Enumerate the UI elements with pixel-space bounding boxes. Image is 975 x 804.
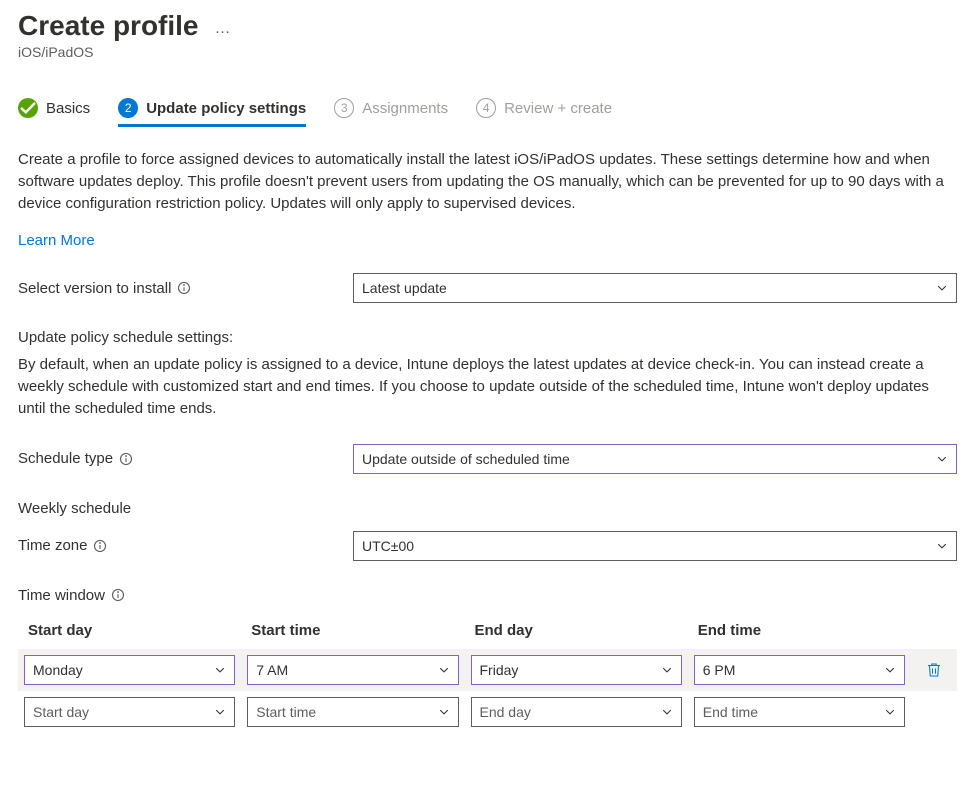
select-version-value: Latest update [362,280,447,296]
time-window-row: Monday 7 AM Friday 6 PM [18,649,957,691]
schedule-type-dropdown[interactable]: Update outside of scheduled time [353,444,957,474]
schedule-type-value: Update outside of scheduled time [362,451,570,467]
info-icon[interactable] [119,452,133,466]
start-time-dropdown[interactable]: Start time [247,697,458,727]
select-version-dropdown[interactable]: Latest update [353,273,957,303]
end-day-dropdown[interactable]: Friday [471,655,682,685]
time-window-table: Start day Start time End day End time Mo… [18,622,957,733]
timezone-label: Time zone [18,537,353,554]
tab-basics-label: Basics [46,100,90,117]
info-icon[interactable] [177,281,191,295]
learn-more-link[interactable]: Learn More [18,232,95,249]
col-end-time: End time [694,622,905,639]
time-window-header: Start day Start time End day End time [18,622,957,649]
timezone-dropdown[interactable]: UTC±00 [353,531,957,561]
tab-assignments-label: Assignments [362,100,448,117]
chevron-down-icon [936,453,948,465]
step-number-4: 4 [476,98,496,118]
chevron-down-icon [661,706,673,718]
step-number-2: 2 [118,98,138,118]
page-subtitle: iOS/iPadOS [18,44,957,60]
wizard-tabs: Basics 2 Update policy settings 3 Assign… [18,98,957,127]
end-time-dropdown[interactable]: End time [694,697,905,727]
chevron-down-icon [438,706,450,718]
chevron-down-icon [438,664,450,676]
intro-text: Create a profile to force assigned devic… [18,149,948,214]
check-icon [18,98,38,118]
step-number-3: 3 [334,98,354,118]
more-actions-button[interactable]: … [215,14,231,38]
tab-update-policy-settings[interactable]: 2 Update policy settings [118,98,306,127]
delete-row-button[interactable] [917,661,951,679]
end-time-dropdown[interactable]: 6 PM [694,655,905,685]
select-version-label: Select version to install [18,280,353,297]
time-window-label: Time window [18,587,957,604]
end-day-dropdown[interactable]: End day [471,697,682,727]
col-start-day: Start day [24,622,235,639]
schedule-type-label: Schedule type [18,450,353,467]
chevron-down-icon [936,282,948,294]
schedule-settings-desc: By default, when an update policy is ass… [18,354,948,419]
start-day-dropdown[interactable]: Monday [24,655,235,685]
info-icon[interactable] [93,539,107,553]
col-end-day: End day [471,622,682,639]
weekly-schedule-heading: Weekly schedule [18,500,957,517]
tab-assignments[interactable]: 3 Assignments [334,98,448,127]
chevron-down-icon [214,706,226,718]
chevron-down-icon [661,664,673,676]
start-day-dropdown[interactable]: Start day [24,697,235,727]
page-title: Create profile [18,10,199,42]
tab-review-label: Review + create [504,100,612,117]
chevron-down-icon [936,540,948,552]
schedule-settings-heading: Update policy schedule settings: [18,329,957,346]
tab-review-create[interactable]: 4 Review + create [476,98,612,127]
info-icon[interactable] [111,588,125,602]
timezone-value: UTC±00 [362,538,414,554]
start-time-dropdown[interactable]: 7 AM [247,655,458,685]
chevron-down-icon [214,664,226,676]
col-start-time: Start time [247,622,458,639]
tab-update-policy-label: Update policy settings [146,100,306,117]
chevron-down-icon [884,664,896,676]
time-window-row: Start day Start time End day End time [18,691,957,733]
chevron-down-icon [884,706,896,718]
tab-basics[interactable]: Basics [18,98,90,127]
